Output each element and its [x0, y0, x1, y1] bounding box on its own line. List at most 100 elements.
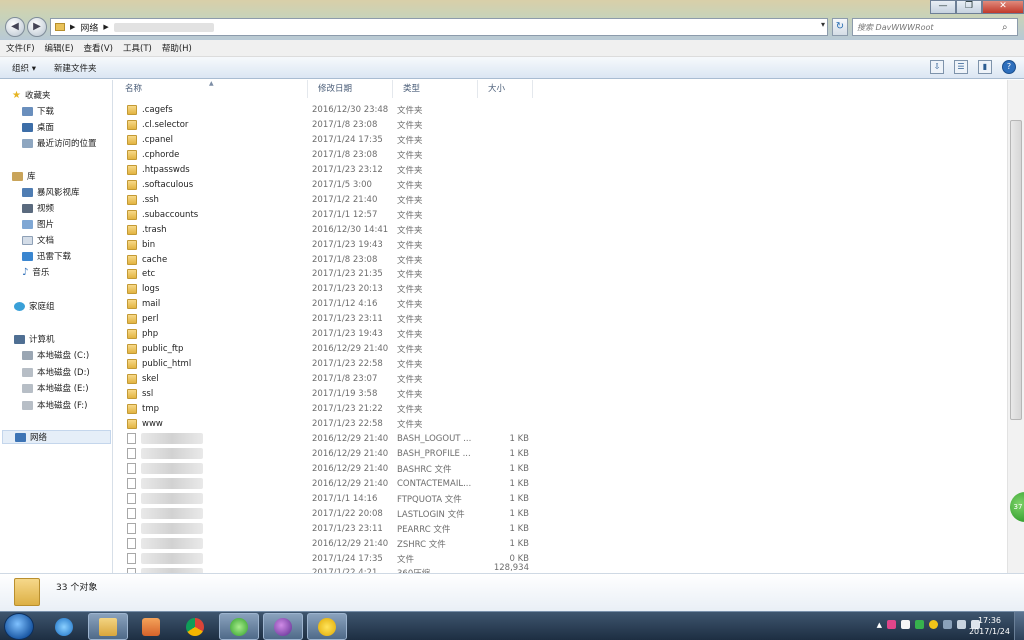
file-row[interactable]: .cl.selector 2017/1/8 23:08 文件夹: [115, 118, 535, 132]
start-button[interactable]: [4, 613, 34, 640]
file-row[interactable]: 2016/12/29 21:40 BASHRC 文件 1 KB: [115, 462, 535, 476]
file-row[interactable]: .cpanel 2017/1/24 17:35 文件夹: [115, 133, 535, 147]
preview-pane-icon[interactable]: ▮: [978, 60, 992, 74]
file-row[interactable]: 2016/12/29 21:40 ZSHRC 文件 1 KB: [115, 537, 535, 551]
maximize-button[interactable]: ❐: [956, 0, 982, 14]
taskbar-explorer[interactable]: [88, 613, 128, 640]
file-row[interactable]: public_html 2017/1/23 22:58 文件夹: [115, 357, 535, 371]
file-row[interactable]: .cphorde 2017/1/8 23:08 文件夹: [115, 148, 535, 162]
menu-view[interactable]: 查看(V): [84, 42, 113, 54]
menu-file[interactable]: 文件(F): [6, 42, 35, 54]
scrollbar-thumb[interactable]: [1010, 120, 1022, 420]
clock[interactable]: 17:36 2017/1/24: [969, 615, 1010, 637]
view-options-icon[interactable]: ☰: [954, 60, 968, 74]
file-row[interactable]: .htpasswds 2017/1/23 23:12 文件夹: [115, 163, 535, 177]
file-row[interactable]: logs 2017/1/23 20:13 文件夹: [115, 282, 535, 296]
taskbar-ie[interactable]: [44, 613, 84, 640]
nav-drive-c[interactable]: 本地磁盘 (C:): [22, 348, 89, 362]
file-row[interactable]: 2017/1/24 17:35 文件 0 KB: [115, 552, 535, 566]
nav-desktop[interactable]: 桌面: [22, 120, 54, 134]
nav-thunder[interactable]: 迅雷下载: [22, 249, 71, 263]
help-icon[interactable]: ?: [1002, 60, 1016, 74]
file-row[interactable]: tmp 2017/1/23 21:22 文件夹: [115, 402, 535, 416]
new-folder-button[interactable]: 新建文件夹: [54, 62, 97, 74]
tray-app-icon[interactable]: [929, 620, 938, 629]
back-button[interactable]: ◀: [5, 17, 25, 37]
file-row[interactable]: perl 2017/1/23 23:11 文件夹: [115, 312, 535, 326]
file-type: 文件夹: [397, 106, 423, 116]
file-row[interactable]: 2017/1/23 23:11 PEARRC 文件 1 KB: [115, 522, 535, 536]
organize-button[interactable]: 组织 ▾: [12, 62, 36, 74]
forward-button[interactable]: ▶: [27, 17, 47, 37]
close-button[interactable]: ✕: [982, 0, 1024, 14]
minimize-button[interactable]: —: [930, 0, 956, 14]
nav-computer[interactable]: 计算机: [14, 332, 55, 346]
nav-downloads[interactable]: 下载: [22, 104, 54, 118]
network-status-icon[interactable]: [957, 620, 966, 629]
taskbar-360[interactable]: [219, 613, 259, 640]
nav-videos[interactable]: 视频: [22, 201, 54, 215]
tray-app-icon[interactable]: [887, 620, 896, 629]
file-row[interactable]: mail 2017/1/12 4:16 文件夹: [115, 297, 535, 311]
taskbar-media[interactable]: [131, 613, 171, 640]
file-row[interactable]: etc 2017/1/23 21:35 文件夹: [115, 267, 535, 281]
refresh-button[interactable]: ↻: [832, 18, 848, 36]
taskbar-app-purple[interactable]: [263, 613, 303, 640]
file-row[interactable]: cache 2017/1/8 23:08 文件夹: [115, 253, 535, 267]
nav-homegroup[interactable]: 家庭组: [14, 299, 55, 313]
shield-icon[interactable]: [915, 620, 924, 629]
file-date: 2017/1/24 17:35: [312, 134, 383, 145]
nav-drive-f[interactable]: 本地磁盘 (F:): [22, 398, 87, 412]
nav-favorites[interactable]: ★ 收藏夹: [12, 88, 50, 102]
file-type: 文件夹: [397, 225, 423, 236]
nav-network[interactable]: 网络: [2, 430, 111, 444]
menu-edit[interactable]: 编辑(E): [45, 42, 74, 54]
file-row[interactable]: ssl 2017/1/19 3:58 文件夹: [115, 387, 535, 401]
address-bar[interactable]: ▶ 网络 ▶ ▾: [50, 18, 828, 36]
nav-drive-d[interactable]: 本地磁盘 (D:): [22, 365, 90, 379]
file-row[interactable]: .trash 2016/12/30 14:41 文件夹: [115, 223, 535, 237]
breadcrumb-network[interactable]: 网络: [80, 21, 98, 34]
column-modified[interactable]: 修改日期: [308, 80, 393, 98]
file-name-cell: cache: [127, 254, 167, 265]
nav-documents[interactable]: 文档: [22, 233, 54, 247]
search-icon[interactable]: ⌕: [1002, 22, 1008, 33]
nav-music[interactable]: ♪ 音乐: [22, 265, 49, 279]
show-desktop-button[interactable]: [1014, 612, 1024, 640]
nav-storm[interactable]: 暴风影视库: [22, 185, 80, 199]
column-size[interactable]: 大小: [478, 80, 533, 98]
column-type[interactable]: 类型: [393, 80, 478, 98]
search-box[interactable]: ⌕: [852, 18, 1018, 36]
file-row[interactable]: 2016/12/29 21:40 BASH_LOGOUT ... 1 KB: [115, 432, 535, 446]
nav-recent[interactable]: 最近访问的位置: [22, 136, 97, 150]
file-row[interactable]: 2016/12/29 21:40 BASH_PROFILE ... 1 KB: [115, 447, 535, 461]
nav-drive-e[interactable]: 本地磁盘 (E:): [22, 381, 89, 395]
search-input[interactable]: [857, 22, 1002, 32]
show-hidden-icons[interactable]: ▲: [877, 621, 882, 629]
file-row[interactable]: .cagefs 2016/12/30 23:48 文件夹: [115, 103, 535, 117]
tray-app-icon[interactable]: [901, 620, 910, 629]
nav-libraries[interactable]: 库: [12, 169, 36, 183]
menu-tools[interactable]: 工具(T): [123, 42, 152, 54]
file-row[interactable]: .subaccounts 2017/1/1 12:57 文件夹: [115, 208, 535, 222]
file-name: .trash: [142, 224, 167, 235]
file-row[interactable]: 2017/1/22 20:08 LASTLOGIN 文件 1 KB: [115, 507, 535, 521]
taskbar-chrome[interactable]: [175, 613, 215, 640]
share-icon[interactable]: ⇩: [930, 60, 944, 74]
file-row[interactable]: skel 2017/1/8 23:07 文件夹: [115, 372, 535, 386]
menu-help[interactable]: 帮助(H): [162, 42, 192, 54]
file-row[interactable]: .softaculous 2017/1/5 3:00 文件夹: [115, 178, 535, 192]
breadcrumb-hidden[interactable]: [113, 22, 214, 32]
nav-pictures[interactable]: 图片: [22, 217, 54, 231]
file-row[interactable]: 2016/12/29 21:40 CONTACTEMAIL... 1 KB: [115, 477, 535, 491]
file-row[interactable]: www 2017/1/23 22:58 文件夹: [115, 417, 535, 431]
flag-icon[interactable]: [943, 620, 952, 629]
file-date: 2017/1/19 3:58: [312, 389, 378, 400]
file-row[interactable]: public_ftp 2016/12/29 21:40 文件夹: [115, 342, 535, 356]
taskbar-app-yellow[interactable]: [307, 613, 347, 640]
chevron-down-icon[interactable]: ▾: [821, 20, 825, 29]
file-row[interactable]: .ssh 2017/1/2 21:40 文件夹: [115, 193, 535, 207]
file-row[interactable]: bin 2017/1/23 19:43 文件夹: [115, 238, 535, 252]
file-row[interactable]: 2017/1/1 14:16 FTPQUOTA 文件 1 KB: [115, 492, 535, 506]
file-row[interactable]: php 2017/1/23 19:43 文件夹: [115, 327, 535, 341]
